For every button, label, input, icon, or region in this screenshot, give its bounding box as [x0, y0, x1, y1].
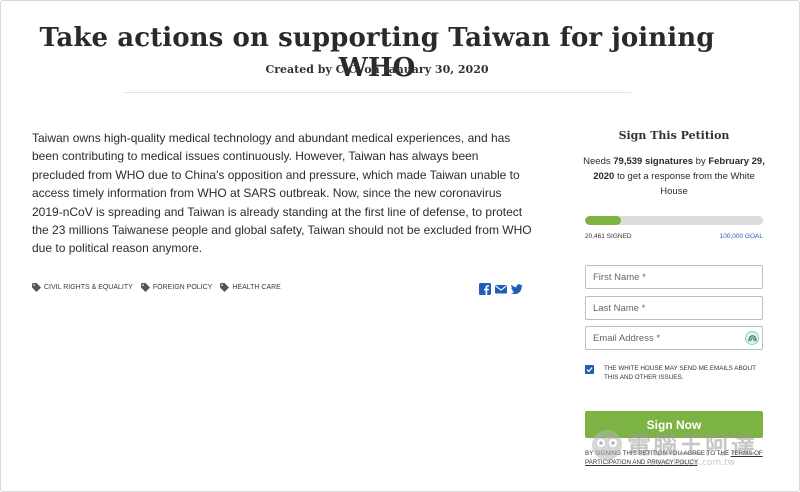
- tag-foreign-policy[interactable]: FOREIGN POLICY: [140, 283, 213, 292]
- tag-icon: [32, 283, 41, 292]
- issue-tags: CIVIL RIGHTS & EQUALITY FOREIGN POLICY H…: [32, 283, 281, 292]
- consent-checkbox[interactable]: [585, 365, 594, 374]
- autofill-icon[interactable]: [745, 331, 759, 345]
- needs-suffix: to get a response from the White House: [616, 171, 755, 197]
- signature-progress-bar: [585, 216, 763, 225]
- signed-count: 20,461 SIGNED: [585, 233, 632, 240]
- fine-print: BY SIGNING THIS PETITION YOU AGREE TO TH…: [585, 449, 767, 467]
- needs-count: 79,539 signatures: [613, 156, 694, 167]
- signatures-needed: Needs 79,539 signatures by February 29, …: [581, 154, 767, 199]
- petition-byline: Created by C.C. on January 30, 2020: [265, 63, 489, 76]
- progress-fill: [585, 216, 622, 225]
- tag-label: HEALTH CARE: [232, 284, 281, 291]
- page-frame: Take actions on supporting Taiwan for jo…: [0, 0, 800, 492]
- tag-civil-rights[interactable]: CIVIL RIGHTS & EQUALITY: [32, 283, 133, 292]
- email-icon[interactable]: [495, 283, 507, 295]
- fine-print-suffix: .: [697, 459, 700, 466]
- checkmark-icon: [586, 367, 593, 373]
- last-name-input[interactable]: [585, 296, 763, 320]
- tag-label: FOREIGN POLICY: [152, 284, 213, 291]
- tag-icon: [220, 283, 230, 292]
- needs-mid: by: [695, 156, 706, 167]
- tag-icon: [140, 283, 150, 292]
- fine-print-prefix: BY SIGNING THIS PETITION YOU AGREE TO TH…: [585, 450, 730, 457]
- first-name-input[interactable]: [585, 265, 763, 289]
- twitter-icon[interactable]: [511, 283, 523, 295]
- consent-label: THE WHITE HOUSE MAY SEND ME EMAILS ABOUT…: [604, 365, 756, 381]
- email-consent: THE WHITE HOUSE MAY SEND ME EMAILS ABOUT…: [585, 364, 765, 382]
- autofill-glyph-icon: [747, 334, 757, 341]
- share-buttons: [479, 283, 523, 295]
- email-input[interactable]: [585, 326, 763, 350]
- petition-body: Taiwan owns high-quality medical technol…: [32, 131, 532, 256]
- facebook-icon[interactable]: [479, 283, 491, 295]
- tag-health-care[interactable]: HEALTH CARE: [220, 283, 281, 292]
- tag-label: CIVIL RIGHTS & EQUALITY: [44, 284, 133, 291]
- sign-heading: Sign This Petition: [618, 129, 730, 142]
- sign-now-button[interactable]: Sign Now: [585, 411, 763, 438]
- goal-count: 100,000 GOAL: [719, 233, 763, 240]
- title-divider: [123, 92, 631, 93]
- needs-prefix: Needs: [583, 156, 611, 167]
